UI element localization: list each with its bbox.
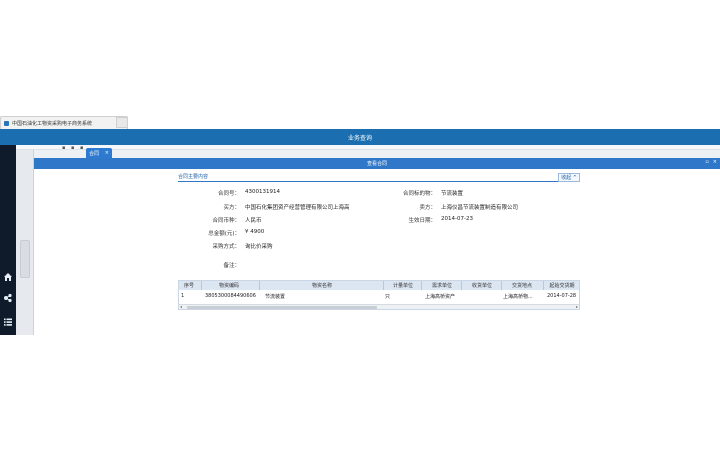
modal-close-icon[interactable]: × xyxy=(713,159,717,165)
restore-icon[interactable]: ▫ xyxy=(705,159,708,165)
method-label: 采购方式： xyxy=(212,244,240,250)
collapse-button[interactable]: 收起 ^ xyxy=(558,173,580,182)
section-title: 合同主要内容 xyxy=(178,174,209,180)
table-header: 序号 物资编码 物资名称 计量单位 需求单位 收货单位 交货地点 起始交货期 xyxy=(179,281,579,290)
col-header-start-date[interactable]: 起始交货期 xyxy=(545,282,579,289)
tab-contract[interactable]: 合同 × xyxy=(86,148,112,158)
cell-name: 节流装置 xyxy=(265,294,286,300)
cell-seq: 1 xyxy=(181,293,185,299)
seller-value: 上海仪昌节流装置制造有限公司 xyxy=(441,205,519,211)
new-tab-button[interactable] xyxy=(116,117,128,128)
col-header-code[interactable]: 物资编码 xyxy=(203,282,255,289)
tab-contract-label: 合同 xyxy=(89,150,100,157)
tab-close-icon[interactable]: × xyxy=(105,150,109,156)
modal-header: 查看合同 ▫ × xyxy=(34,158,720,169)
col-header-receive-unit[interactable]: 收货单位 xyxy=(463,282,501,289)
scroll-right-icon[interactable]: ▸ xyxy=(576,304,578,309)
buyer-value: 中国石化集团资产经营管理有限公司上海高 xyxy=(245,205,350,211)
cell-unit: 只 xyxy=(385,294,391,300)
browser-tab-title: 中国石油化工物资采购电子商务系统 xyxy=(12,120,93,127)
effective-date-value: 2014-07-23 xyxy=(441,216,473,222)
network-icon[interactable] xyxy=(3,293,13,303)
col-header-name[interactable]: 物资名称 xyxy=(261,282,383,289)
sidebar-collapse-strip xyxy=(16,145,34,335)
seller-label: 卖方： xyxy=(419,205,436,211)
remark-label: 备注： xyxy=(223,263,240,269)
list-icon[interactable] xyxy=(3,317,13,327)
subject-value: 节流装置 xyxy=(441,191,464,197)
cell-start-date: 2014-07-28 xyxy=(547,293,577,299)
currency-value: 人民币 xyxy=(245,218,262,224)
effective-date-label: 生效日期： xyxy=(408,218,436,224)
col-header-delivery-place[interactable]: 交货地点 xyxy=(503,282,541,289)
home-icon[interactable] xyxy=(3,272,13,282)
buyer-label: 买方： xyxy=(223,205,240,211)
total-label: 总金额(元)： xyxy=(208,231,240,237)
col-header-demand-unit[interactable]: 需求单位 xyxy=(423,282,461,289)
favicon-icon xyxy=(4,120,9,126)
app-header-title: 业务查询 xyxy=(347,134,372,142)
contract-no-label: 合同号： xyxy=(217,191,240,197)
col-header-unit[interactable]: 计量单位 xyxy=(385,282,421,289)
section-header: 合同主要内容 收起 ^ xyxy=(178,173,580,182)
left-sidebar xyxy=(0,145,16,335)
cell-delivery-place: 上海高桥物... xyxy=(503,294,533,300)
currency-label: 合同币种： xyxy=(212,218,240,224)
subject-label: 合同标的物： xyxy=(402,191,436,197)
scroll-left-icon[interactable]: ◂ xyxy=(180,304,182,309)
modal-title: 查看合同 xyxy=(366,161,387,167)
cell-demand-unit: 上海高桥资产 xyxy=(425,294,456,300)
materials-table: 序号 物资编码 物资名称 计量单位 需求单位 收货单位 交货地点 起始交货期 1… xyxy=(178,280,580,310)
contract-no-value: 4300131914 xyxy=(245,189,280,195)
horizontal-scrollbar[interactable]: ◂ ▸ xyxy=(179,304,579,309)
method-value: 询比价采购 xyxy=(245,244,273,250)
browser-tab[interactable]: 中国石油化工物资采购电子商务系统 xyxy=(0,116,128,129)
total-value: ¥ 4900 xyxy=(245,229,265,235)
modal-body xyxy=(34,169,720,335)
app-header: 业务查询 xyxy=(0,129,720,145)
scrollbar-thumb[interactable] xyxy=(187,306,377,309)
cell-code: 3805300084490606 xyxy=(205,293,256,299)
col-header-seq[interactable]: 序号 xyxy=(181,282,197,289)
sidebar-collapse-handle[interactable] xyxy=(20,240,30,278)
